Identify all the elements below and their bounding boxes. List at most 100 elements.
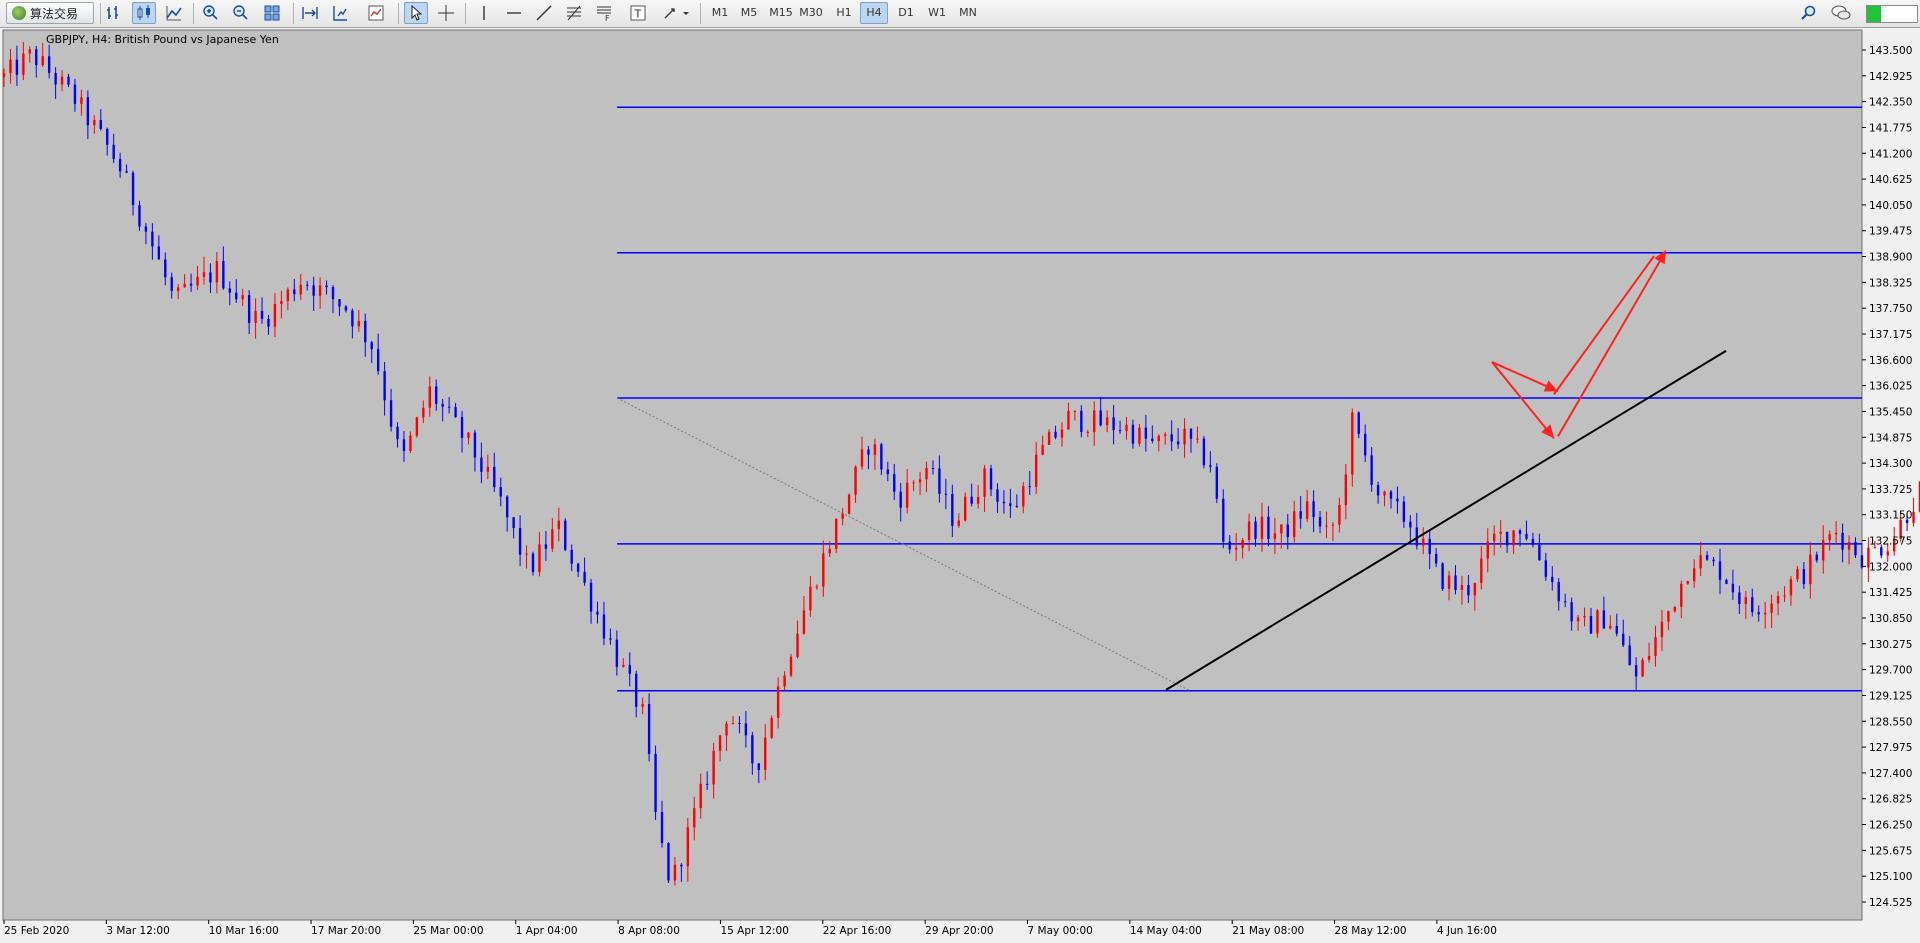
candle-body	[235, 292, 238, 300]
price-tick-label: 134.875	[1869, 432, 1912, 444]
candle-body	[486, 466, 490, 472]
zoom-out-button[interactable]	[228, 2, 252, 24]
chat-button[interactable]	[1829, 2, 1853, 24]
candle-body	[1822, 540, 1825, 561]
timeframe-m15-button[interactable]: M15	[767, 2, 795, 24]
line-chart-button[interactable]	[162, 2, 186, 24]
fibonacci-expansion-button[interactable]: F	[592, 2, 616, 24]
timeframe-w1-button[interactable]: W1	[923, 2, 951, 24]
candle-body	[112, 144, 115, 160]
candle-body	[370, 342, 373, 350]
candle-body	[28, 49, 32, 54]
candle-body	[951, 494, 954, 526]
toolbar-separator	[398, 3, 399, 24]
candle-body	[583, 571, 586, 583]
text-button[interactable]: T	[626, 2, 650, 24]
tile-windows-button[interactable]	[260, 2, 284, 24]
candle-body	[222, 261, 225, 289]
timeframe-d1-button[interactable]: D1	[892, 2, 920, 24]
candle-body	[1002, 501, 1006, 504]
timeframe-h4-button[interactable]: H4	[860, 2, 888, 24]
auto-scroll-button[interactable]	[298, 2, 322, 24]
price-chart[interactable]: 143.500 142.925 142.350 141.775 141.200 140.6…	[0, 28, 1920, 939]
price-tick-label: 133.150	[1869, 510, 1912, 522]
vertical-line-button[interactable]	[472, 2, 496, 24]
candle-body	[402, 439, 406, 451]
zoom-in-button[interactable]	[198, 2, 222, 24]
candle-body	[99, 120, 102, 129]
chart-area	[2, 29, 1863, 921]
candle-body	[976, 496, 980, 504]
candle-body	[1628, 645, 1631, 666]
candle-body	[860, 449, 864, 467]
cursor-button[interactable]	[404, 2, 428, 24]
horizontal-line-button[interactable]	[502, 2, 526, 24]
candle-body	[170, 277, 173, 291]
candle-body	[1170, 434, 1173, 442]
candle-body	[609, 638, 612, 640]
crosshair-button[interactable]	[434, 2, 458, 24]
arrows-dropdown-button[interactable]	[660, 2, 694, 24]
candle-body	[409, 435, 412, 451]
timeframe-m30-button[interactable]: M30	[797, 2, 825, 24]
indicators-button[interactable]	[364, 2, 388, 24]
candle-body	[899, 491, 902, 508]
chart-shift-button[interactable]	[328, 2, 352, 24]
candle-body	[215, 261, 219, 283]
candle-body	[1280, 524, 1283, 534]
candle-body	[1338, 505, 1341, 525]
candle-body	[1854, 541, 1857, 556]
time-tick-label: 17 Mar 20:00	[311, 925, 381, 937]
candle-body	[1531, 538, 1535, 545]
candle-body	[35, 49, 38, 66]
time-tick-label: 22 Apr 16:00	[823, 925, 891, 937]
candle-body	[1028, 486, 1031, 488]
candle-body	[196, 276, 199, 286]
chart-window[interactable]: 143.500 142.925 142.350 141.775 141.200 140.6…	[0, 28, 1920, 939]
candle-body	[54, 72, 57, 85]
bar-chart-button[interactable]	[102, 2, 126, 24]
candle-body	[667, 843, 670, 881]
candle-body	[518, 528, 522, 555]
candle-body	[357, 320, 361, 327]
candle-body	[1763, 612, 1767, 615]
candle-body	[1428, 538, 1431, 554]
timeframe-m5-button[interactable]: M5	[735, 2, 763, 24]
candle-body	[1183, 428, 1186, 445]
candle-body	[1060, 429, 1064, 438]
timeframe-m1-button[interactable]: M1	[706, 2, 734, 24]
candle-body	[964, 496, 967, 521]
candle-body	[435, 386, 438, 404]
price-tick-label: 127.975	[1869, 742, 1912, 754]
fibonacci-button[interactable]	[562, 2, 586, 24]
candle-body	[854, 466, 857, 495]
candle-body	[893, 474, 896, 492]
price-tick-label: 134.300	[1869, 458, 1912, 470]
trendline-button[interactable]	[532, 2, 556, 24]
candle-body	[1725, 579, 1728, 584]
candle	[654, 745, 657, 820]
candle-body	[1480, 558, 1483, 583]
candlestick-button[interactable]	[132, 2, 156, 24]
candle-body	[693, 808, 696, 828]
candle-body	[1602, 610, 1606, 629]
candle-body	[1034, 454, 1038, 487]
algo-trading-button[interactable]: 算法交易	[6, 2, 94, 24]
time-tick-label: 7 May 00:00	[1028, 925, 1093, 937]
candle-body	[1099, 410, 1102, 426]
candle	[1441, 562, 1444, 591]
candle-body	[705, 783, 709, 785]
search-button[interactable]	[1797, 2, 1821, 24]
candle-body	[86, 97, 90, 126]
candle-body	[1770, 603, 1773, 613]
candle	[415, 416, 419, 438]
candle-body	[744, 723, 748, 736]
candle-body	[1041, 444, 1044, 455]
candle	[667, 842, 670, 883]
candle-body	[1789, 579, 1793, 596]
time-tick-label: 21 May 08:00	[1232, 925, 1304, 937]
timeframe-mn-button[interactable]: MN	[954, 2, 982, 24]
candle-body	[1609, 625, 1612, 629]
connection-status-indicator[interactable]	[1866, 5, 1918, 23]
timeframe-h1-button[interactable]: H1	[830, 2, 858, 24]
